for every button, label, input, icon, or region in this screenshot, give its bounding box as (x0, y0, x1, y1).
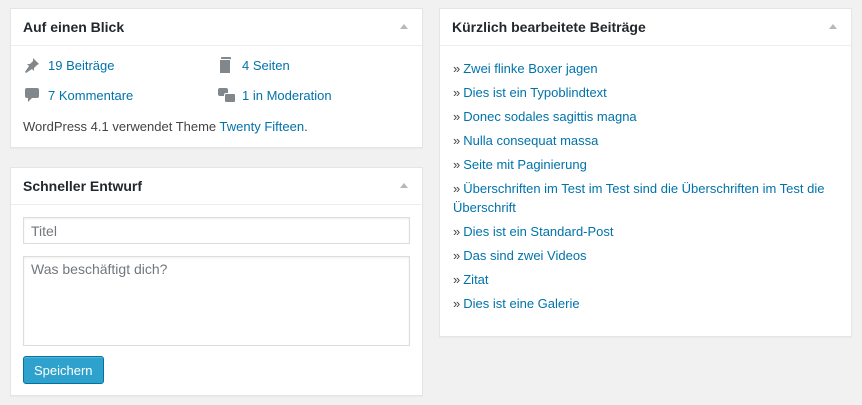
bullet: » (453, 109, 461, 124)
widget-title: Kürzlich bearbeitete Beiträge (452, 19, 646, 35)
list-item: » Dies ist ein Standard-Post (453, 222, 845, 241)
pages-count-link[interactable]: 4 Seiten (242, 58, 290, 73)
version-info: WordPress 4.1 verwendet Theme Twenty Fif… (23, 119, 308, 134)
list-item: » Donec sodales sagittis magna (453, 107, 845, 126)
bullet: » (453, 248, 461, 263)
collapse-toggle-icon[interactable] (400, 24, 408, 29)
widget-title: Auf einen Blick (23, 19, 125, 35)
list-item: » Nulla consequat massa (453, 131, 845, 150)
comment-icon (23, 86, 41, 104)
draft-content-input[interactable] (23, 256, 410, 346)
list-item: » Das sind zwei Videos (453, 246, 845, 265)
widget-header: Schneller Entwurf (11, 168, 422, 205)
posts-count-link[interactable]: 19 Beiträge (48, 58, 115, 73)
comments-count-link[interactable]: 7 Kommentare (48, 88, 133, 103)
bullet: » (453, 181, 461, 196)
pages-icon (217, 56, 235, 74)
bullet: » (453, 224, 461, 239)
post-link[interactable]: Zwei flinke Boxer jagen (463, 61, 597, 76)
widget-title: Schneller Entwurf (23, 178, 143, 194)
post-link[interactable]: Zitat (463, 272, 488, 287)
list-item: » Zwei flinke Boxer jagen (453, 59, 845, 78)
draft-title-input[interactable] (23, 217, 410, 244)
list-item: » Zitat (453, 270, 845, 289)
post-link[interactable]: Dies ist ein Typoblindtext (463, 85, 607, 100)
post-link[interactable]: Seite mit Paginierung (463, 157, 587, 172)
list-item: » Dies ist ein Typoblindtext (453, 83, 845, 102)
post-link[interactable]: Dies ist ein Standard-Post (463, 224, 613, 239)
glance-item-comments[interactable]: 7 Kommentare (23, 86, 133, 104)
post-link[interactable]: Dies ist eine Galerie (463, 296, 579, 311)
bullet: » (453, 157, 461, 172)
bullet: » (453, 133, 461, 148)
pin-icon (23, 56, 41, 74)
quick-draft-widget: Schneller Entwurf Speichern (10, 167, 423, 396)
comments-moderation-icon (217, 86, 236, 104)
glance-item-pages[interactable]: 4 Seiten (217, 56, 290, 74)
post-link[interactable]: Das sind zwei Videos (463, 248, 586, 263)
moderation-count-link[interactable]: 1 in Moderation (242, 88, 332, 103)
version-suffix: . (304, 119, 308, 134)
post-link[interactable]: Überschriften im Test im Test sind die Ü… (453, 181, 825, 215)
recent-posts-list: » Zwei flinke Boxer jagen » Dies ist ein T… (453, 59, 845, 318)
recent-posts-widget: Kürzlich bearbeitete Beiträge » Zwei flin… (439, 8, 852, 337)
list-item: » Überschriften im Test im Test sind die … (453, 179, 845, 217)
post-link[interactable]: Donec sodales sagittis magna (463, 109, 636, 124)
post-link[interactable]: Nulla consequat massa (463, 133, 598, 148)
collapse-toggle-icon[interactable] (829, 24, 837, 29)
version-text: WordPress 4.1 verwendet Theme (23, 119, 220, 134)
bullet: » (453, 85, 461, 100)
collapse-toggle-icon[interactable] (400, 183, 408, 188)
at-a-glance-widget: Auf einen Blick 19 Beiträge 4 Seiten 7 K… (10, 8, 423, 148)
widget-header: Kürzlich bearbeitete Beiträge (440, 9, 851, 46)
list-item: » Seite mit Paginierung (453, 155, 845, 174)
bullet: » (453, 296, 461, 311)
bullet: » (453, 272, 461, 287)
widget-header: Auf einen Blick (11, 9, 422, 46)
glance-item-moderation[interactable]: 1 in Moderation (217, 86, 332, 104)
glance-item-posts[interactable]: 19 Beiträge (23, 56, 115, 74)
list-item: » Dies ist eine Galerie (453, 294, 845, 313)
bullet: » (453, 61, 461, 76)
theme-link[interactable]: Twenty Fifteen (220, 119, 305, 134)
save-draft-button[interactable]: Speichern (23, 356, 104, 384)
